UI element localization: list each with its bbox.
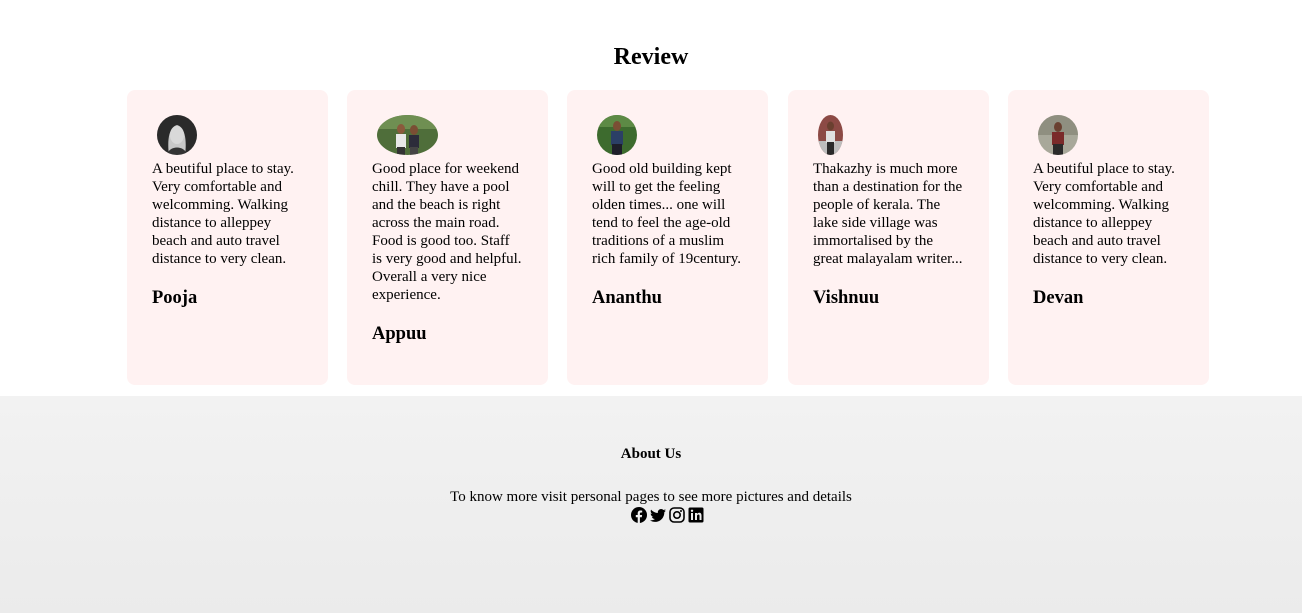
reviewer-photo (818, 115, 843, 155)
social-links (631, 507, 704, 523)
review-title: Review (613, 44, 689, 70)
review-body: Thakazhy is much more than a destination… (813, 160, 963, 309)
avatar (818, 115, 843, 155)
reviewer-photo (377, 115, 438, 155)
avatar (597, 115, 637, 155)
review-body: Good old building kept will to get the f… (592, 160, 742, 309)
review-text: Good place for weekend chill. They have … (372, 161, 522, 303)
linkedin-icon[interactable] (688, 507, 704, 523)
review-card: Thakazhy is much more than a destination… (788, 90, 989, 385)
review-card: Good old building kept will to get the f… (567, 90, 768, 385)
review-card: Good place for weekend chill. They have … (347, 90, 548, 385)
twitter-icon[interactable] (650, 507, 666, 523)
reviewer-photo (157, 115, 197, 155)
avatar (1038, 115, 1078, 155)
reviewer-name: Pooja (152, 288, 198, 308)
review-body: Good place for weekend chill. They have … (372, 160, 522, 345)
review-body: A beutiful place to stay. Very comfortab… (152, 160, 302, 309)
facebook-icon[interactable] (631, 507, 647, 523)
avatar (377, 115, 438, 155)
reviewer-name: Devan (1033, 288, 1084, 308)
review-text: A beutiful place to stay. Very comfortab… (1033, 161, 1175, 267)
review-text: A beutiful place to stay. Very comfortab… (152, 161, 294, 267)
reviewer-name: Appuu (372, 324, 427, 344)
avatar (157, 115, 197, 155)
footer: About Us To know more visit personal pag… (0, 396, 1302, 613)
reviewer-photo (1038, 115, 1078, 155)
review-section: Review A beutiful place to stay. Very co… (0, 0, 1302, 396)
reviewer-name: Ananthu (592, 288, 662, 308)
about-title: About Us (620, 446, 682, 462)
review-text: Good old building kept will to get the f… (592, 161, 741, 267)
instagram-icon[interactable] (669, 507, 685, 523)
review-card: A beutiful place to stay. Very comfortab… (127, 90, 328, 385)
review-body: A beutiful place to stay. Very comfortab… (1033, 160, 1183, 309)
review-text: Thakazhy is much more than a destination… (813, 161, 963, 267)
reviewer-name: Vishnuu (813, 288, 880, 308)
reviewer-photo (597, 115, 637, 155)
review-card: A beutiful place to stay. Very comfortab… (1008, 90, 1209, 385)
about-text: To know more visit personal pages to see… (450, 489, 852, 505)
